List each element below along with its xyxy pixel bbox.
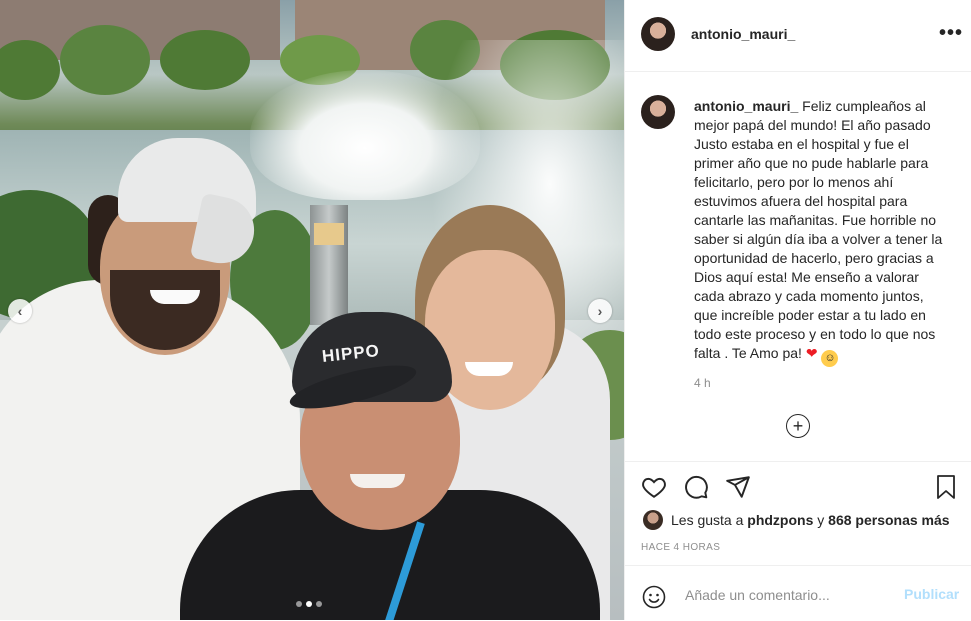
liker-username[interactable]: phdzpons	[747, 512, 813, 528]
likes-count[interactable]: 868 personas más	[828, 512, 949, 528]
caption-avatar[interactable]	[641, 95, 675, 129]
likes-connector: y	[817, 512, 825, 528]
post-side-panel: antonio_mauri_ ••• antonio_mauri_ Feliz …	[624, 0, 971, 620]
post-header: antonio_mauri_ •••	[625, 0, 971, 72]
plus-icon: +	[792, 416, 804, 436]
header-username[interactable]: antonio_mauri_	[691, 26, 795, 42]
publish-button[interactable]: Publicar	[904, 586, 959, 602]
bookmark-icon[interactable]	[934, 474, 958, 500]
carousel-prev-button[interactable]: ‹	[8, 299, 32, 323]
heart-icon[interactable]	[641, 474, 667, 500]
heart-emoji: ❤	[805, 345, 818, 361]
carousel-dot	[316, 601, 322, 607]
avatar[interactable]	[641, 17, 675, 51]
carousel-indicator	[296, 601, 322, 607]
post-photo[interactable]: HIPPO ‹ ›	[0, 0, 624, 620]
load-more-comments-button[interactable]: +	[786, 414, 810, 438]
caption-username[interactable]: antonio_mauri_	[694, 98, 798, 114]
post-timestamp[interactable]: HACE 4 HORAS	[641, 542, 720, 553]
liker-avatar[interactable]	[643, 510, 663, 530]
chevron-right-icon: ›	[597, 303, 603, 319]
smiling-face-emoji: ☺	[821, 350, 839, 367]
caption: antonio_mauri_ Feliz cumpleaños al mejor…	[694, 97, 949, 367]
caption-time[interactable]: 4 h	[694, 376, 711, 390]
emoji-icon[interactable]	[642, 585, 666, 609]
comment-bar: Publicar	[625, 565, 971, 621]
likes-prefix: Les gusta a	[671, 512, 744, 528]
action-bar	[625, 461, 971, 499]
lamp-post	[310, 205, 348, 325]
comment-icon[interactable]	[683, 474, 709, 500]
carousel-next-button[interactable]: ›	[588, 299, 612, 323]
likes-summary: Les gusta a phdzpons y 868 personas más	[643, 510, 950, 530]
carousel-dot-active	[306, 601, 312, 607]
caption-text: Feliz cumpleaños al mejor papá del mundo…	[694, 98, 943, 361]
carousel-dot	[296, 601, 302, 607]
share-icon[interactable]	[725, 474, 751, 500]
more-options-icon[interactable]: •••	[939, 22, 963, 45]
chevron-left-icon: ‹	[17, 303, 23, 319]
comment-input[interactable]	[683, 586, 897, 604]
